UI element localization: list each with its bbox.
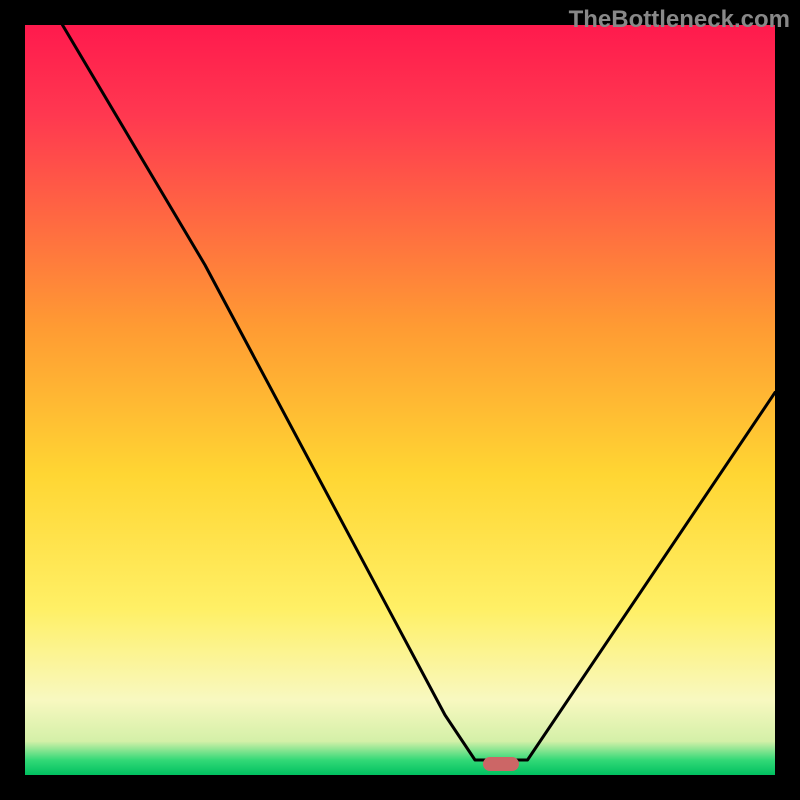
optimal-marker bbox=[483, 757, 519, 771]
gradient-background bbox=[25, 25, 775, 775]
watermark-text: TheBottleneck.com bbox=[569, 6, 790, 34]
